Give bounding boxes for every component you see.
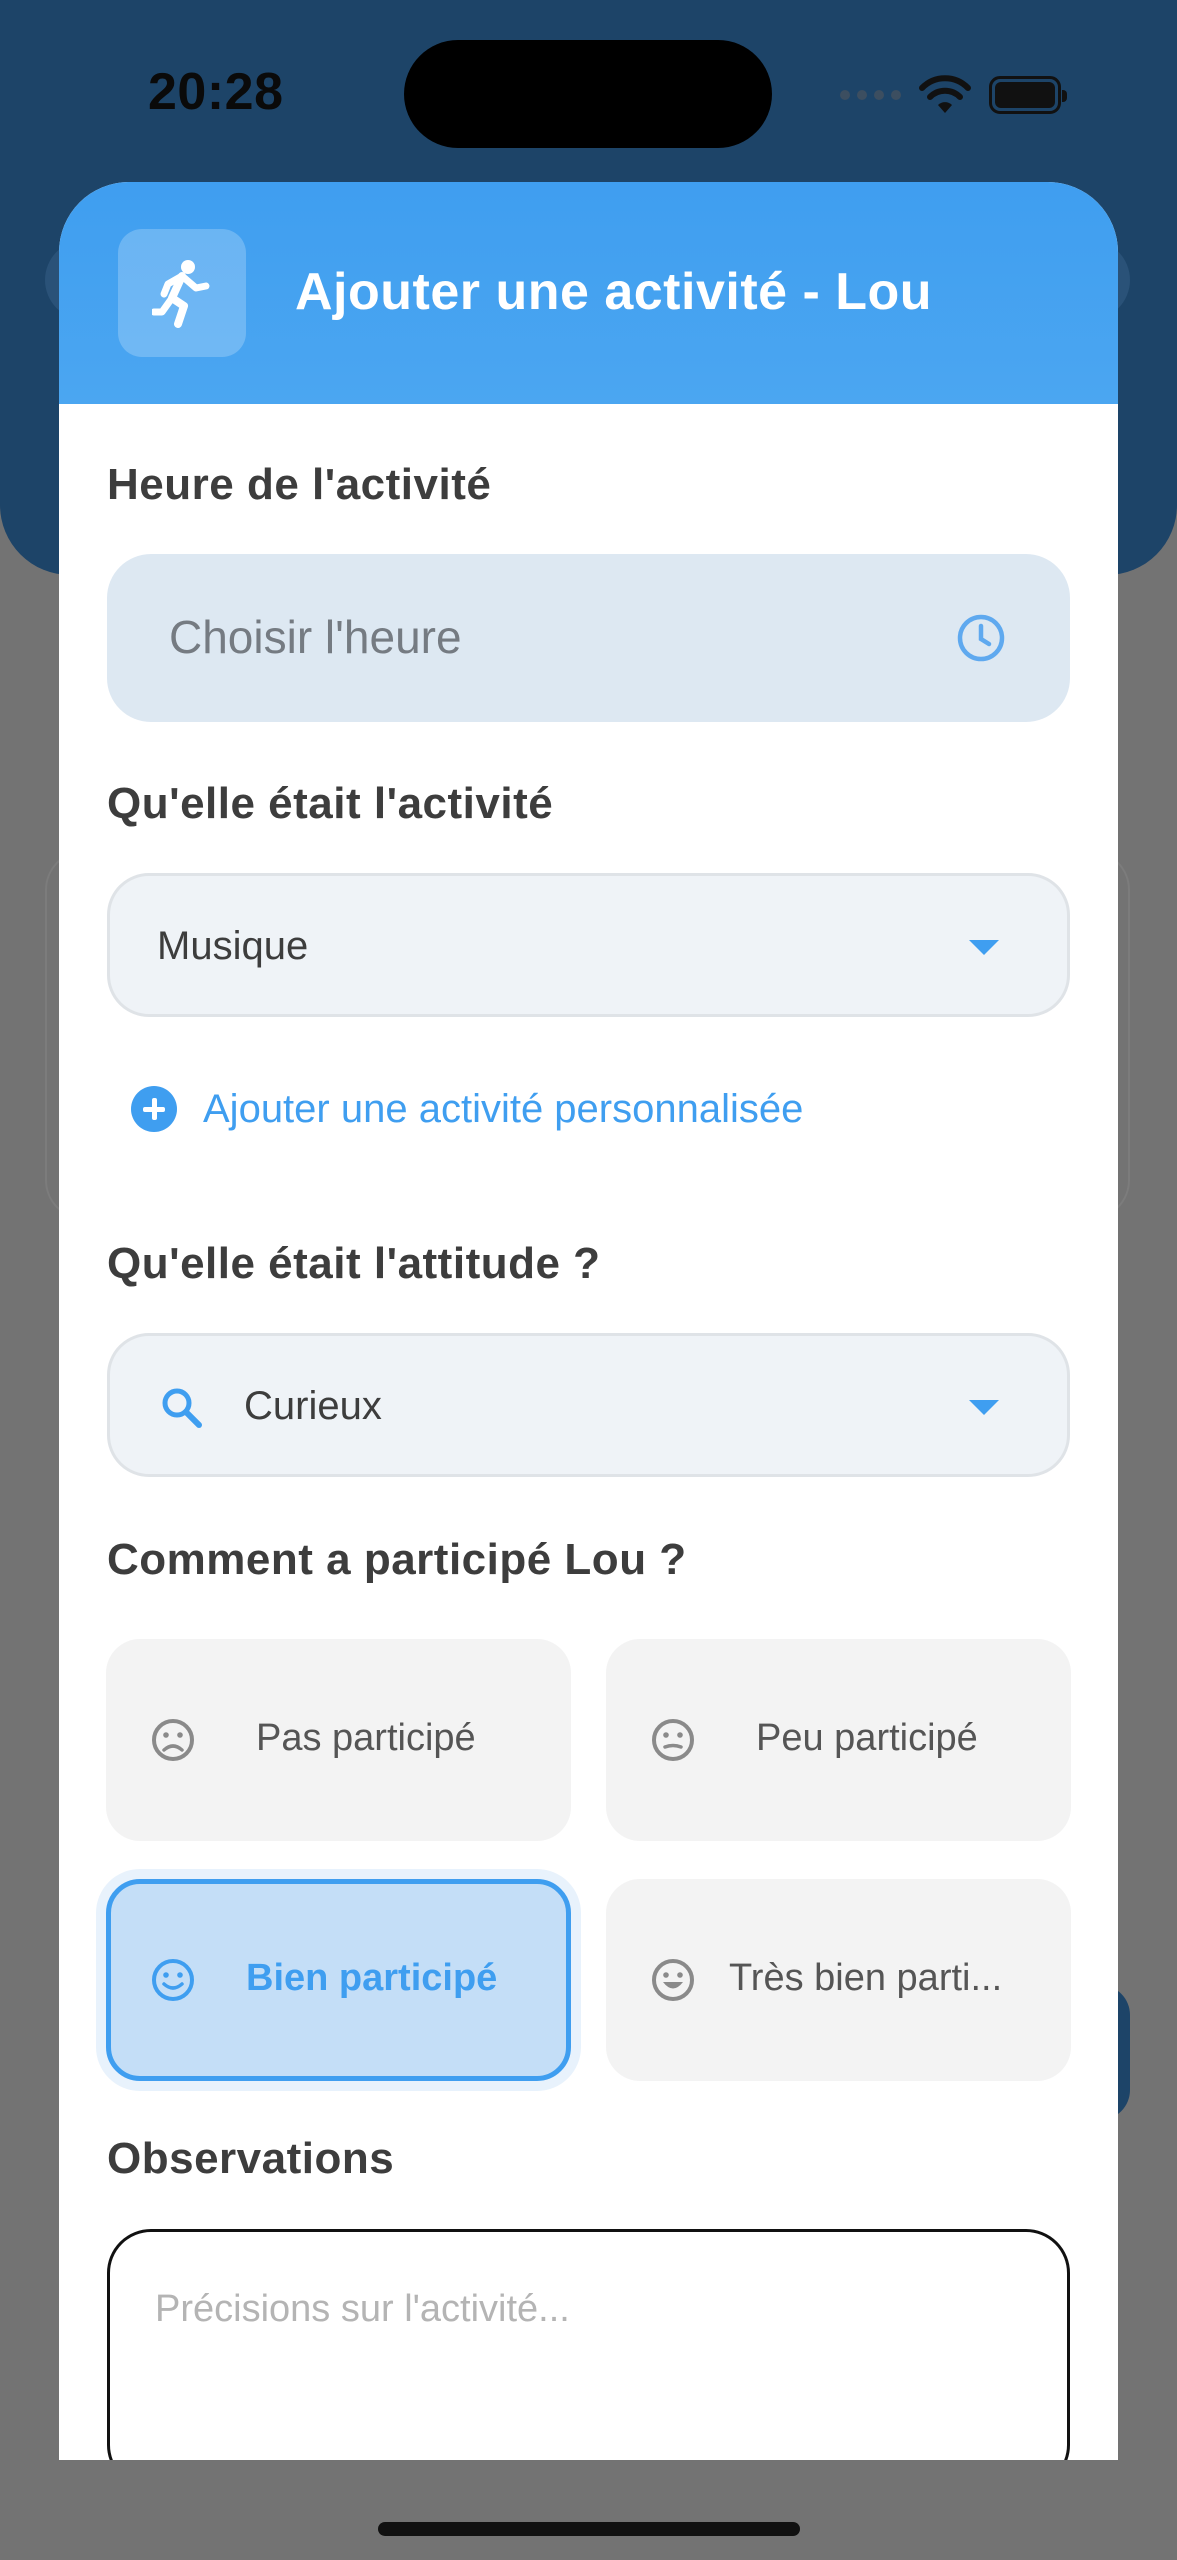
attitude-section-label: Qu'elle était l'attitude ? [107,1239,601,1288]
add-activity-modal: Ajouter une activité - Lou Heure de l'ac… [59,182,1118,2460]
observations-section-label: Observations [107,2134,395,2183]
status-time: 20:28 [148,63,284,121]
observations-textarea[interactable]: Précisions sur l'activité... [107,2229,1070,2460]
participation-option-label: Peu participé [756,1717,978,1759]
grin-face-icon [652,1959,694,2001]
participation-section-label: Comment a participé Lou ? [107,1535,687,1584]
attitude-dropdown[interactable]: Curieux [107,1333,1070,1477]
participation-option-label: Pas participé [256,1717,476,1759]
neutral-face-icon [652,1719,694,1761]
dropdown-caret-icon [969,1400,999,1415]
attitude-dropdown-value: Curieux [244,1384,382,1428]
sad-face-icon [152,1719,194,1761]
participation-option-pas[interactable]: Pas participé [106,1639,571,1841]
status-icons [840,70,1067,120]
home-indicator[interactable] [378,2522,800,2536]
participation-option-bien[interactable]: Bien participé [106,1879,571,2081]
add-custom-activity-label: Ajouter une activité personnalisée [203,1086,804,1131]
cellular-signal-icon [840,90,901,100]
smile-face-icon [152,1959,194,2001]
dropdown-caret-icon [969,940,999,955]
participation-option-peu[interactable]: Peu participé [606,1639,1071,1841]
time-picker-field[interactable]: Choisir l'heure [107,554,1070,722]
participation-option-label: Bien participé [246,1957,498,1999]
time-section-label: Heure de l'activité [107,460,492,509]
dynamic-island [404,40,772,148]
plus-circle-icon [131,1086,177,1132]
battery-icon [989,76,1067,114]
modal-header: Ajouter une activité - Lou [59,182,1118,404]
time-placeholder: Choisir l'heure [169,611,462,663]
modal-title: Ajouter une activité - Lou [295,263,933,321]
participation-option-tres-bien[interactable]: Très bien parti... [606,1879,1071,2081]
participation-option-label: Très bien parti... [729,1957,1003,1999]
observations-placeholder: Précisions sur l'activité... [155,2288,570,2330]
add-custom-activity-button[interactable]: Ajouter une activité personnalisée [131,1086,803,1132]
activity-dropdown[interactable]: Musique [107,873,1070,1017]
activity-dropdown-value: Musique [157,924,309,968]
running-person-icon [118,229,246,357]
clock-icon [957,614,1005,662]
activity-section-label: Qu'elle était l'activité [107,779,554,828]
wifi-icon [919,75,971,113]
search-icon [162,1388,202,1428]
